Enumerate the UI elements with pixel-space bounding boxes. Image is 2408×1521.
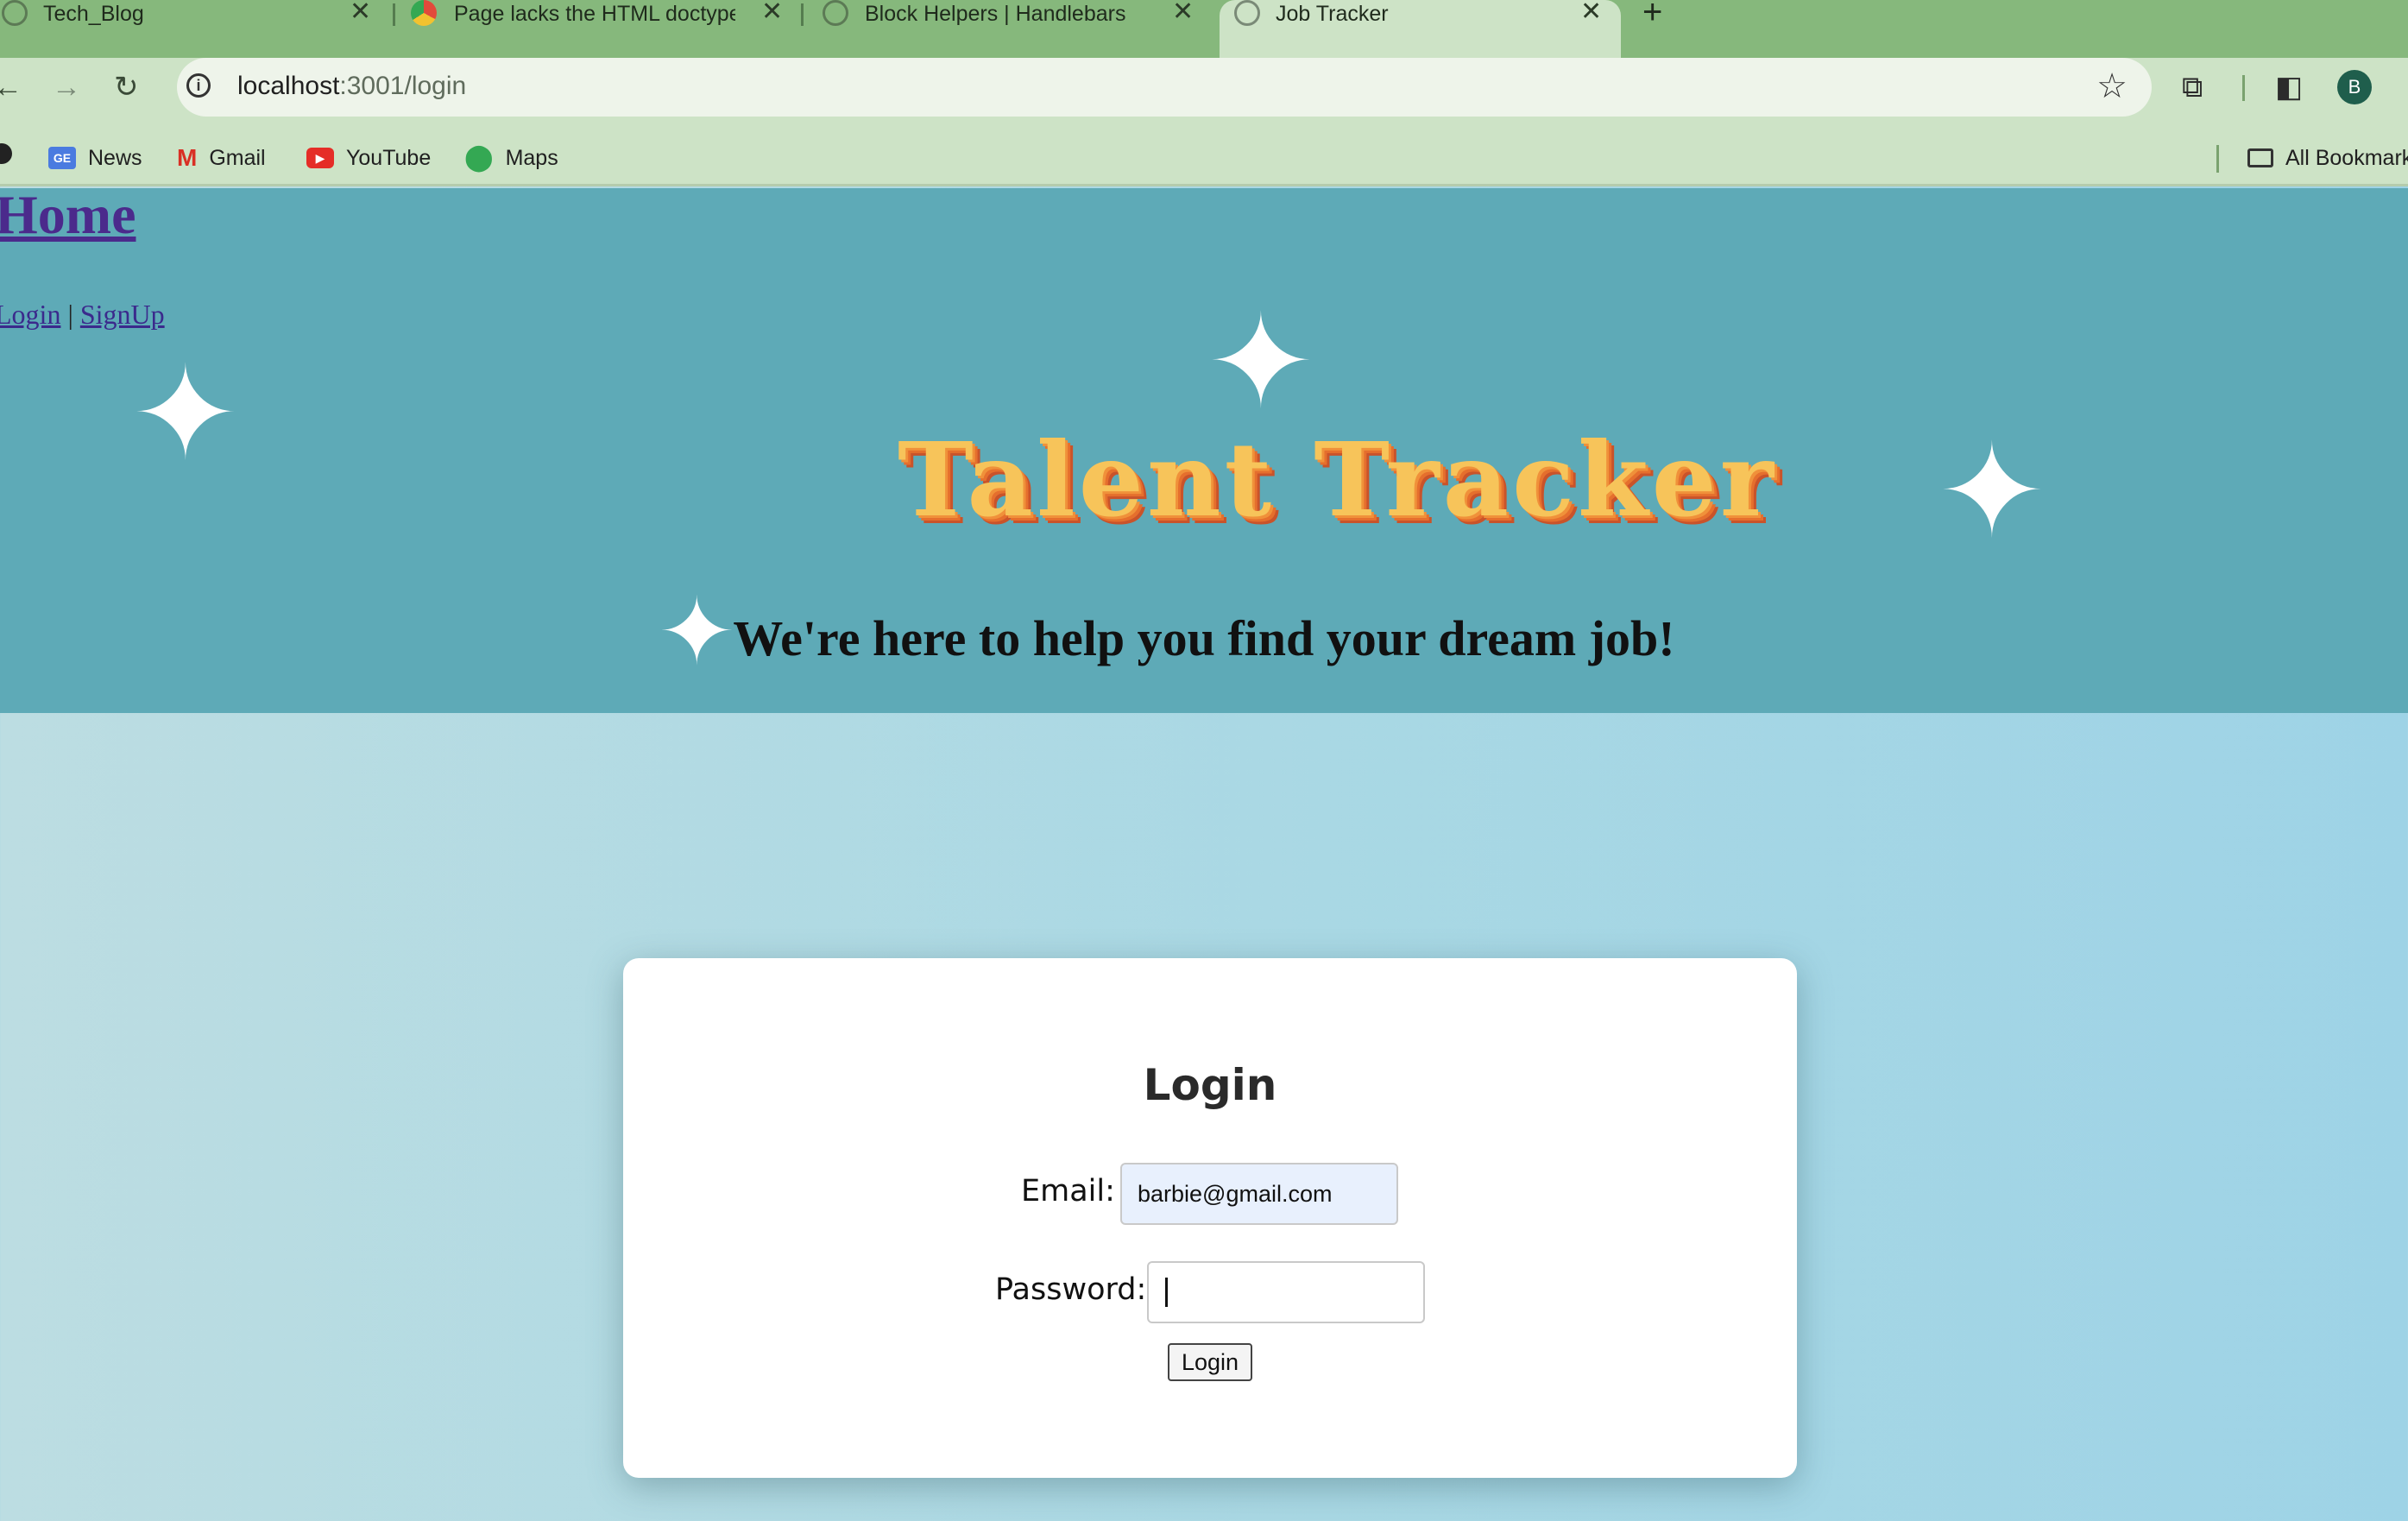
nav-separator: |	[67, 299, 73, 330]
url-path: :3001/login	[339, 72, 467, 100]
youtube-icon: ▶	[306, 148, 334, 168]
bookmark-label: Maps	[505, 146, 558, 170]
all-bookmarks-label: All Bookmarks	[2285, 146, 2408, 170]
url-host: localhost	[237, 72, 340, 100]
google-news-icon: GE	[48, 147, 76, 169]
toolbar-divider	[2242, 75, 2245, 101]
password-field[interactable]	[1147, 1261, 1425, 1323]
chrome-icon	[411, 0, 437, 26]
auth-nav: Login | SignUp	[0, 299, 165, 331]
reload-icon[interactable]: ↻	[114, 70, 139, 104]
bookmark-apps-icon[interactable]	[0, 143, 12, 164]
tab-separator	[801, 3, 804, 26]
tab-title: Page lacks the HTML doctype	[454, 2, 735, 26]
bookmarks-bar: GE News M Gmail ▶ YouTube ⬤ Maps All Boo…	[0, 131, 2408, 186]
apps-icon	[0, 143, 12, 164]
browser-toolbar: ← → ↻ i localhost:3001/login ☆ ⧉ ◧ B	[0, 58, 2408, 131]
bookmark-youtube[interactable]: ▶ YouTube	[306, 143, 431, 173]
side-panel-icon[interactable]: ◧	[2275, 70, 2303, 104]
back-arrow-icon[interactable]: ←	[0, 70, 22, 104]
bookmark-star-icon[interactable]: ☆	[2096, 66, 2127, 106]
tab-title: Job Tracker	[1276, 2, 1389, 26]
close-tab-icon[interactable]: ✕	[1172, 0, 1194, 26]
new-tab-button[interactable]: +	[1642, 0, 1662, 29]
url-text[interactable]: localhost:3001/login	[237, 72, 466, 101]
bookmarks-divider	[2216, 145, 2219, 173]
password-label: Password:	[995, 1272, 1147, 1307]
bookmark-gmail[interactable]: M Gmail	[177, 143, 266, 173]
email-label: Email:	[1021, 1174, 1115, 1209]
address-bar[interactable]: i localhost:3001/login ☆	[177, 58, 2152, 117]
login-title: Login	[1143, 1060, 1277, 1110]
tab-separator	[393, 3, 395, 26]
email-field[interactable]	[1120, 1163, 1398, 1225]
forward-arrow-icon[interactable]: →	[52, 70, 81, 104]
bookmark-label: News	[88, 146, 142, 170]
signup-link[interactable]: SignUp	[80, 299, 165, 330]
tagline: We're here to help you find your dream j…	[733, 610, 1675, 666]
extensions-icon[interactable]: ⧉	[2182, 70, 2203, 104]
tab-title: Tech_Blog	[43, 2, 144, 26]
tab-doctype[interactable]: Page lacks the HTML doctype ✕	[399, 0, 796, 58]
bookmark-label: Gmail	[209, 146, 266, 170]
maps-icon: ⬤	[464, 143, 494, 172]
tab-bar: Tech_Blog ✕ Page lacks the HTML doctype …	[0, 0, 2408, 58]
sparkle-icon: ✦	[1938, 419, 2046, 564]
tab-handlebars[interactable]: Block Helpers | Handlebars ✕	[807, 0, 1213, 58]
gmail-icon: M	[177, 144, 198, 171]
sparkle-icon: ✦	[1207, 289, 1315, 434]
bookmark-maps[interactable]: ⬤ Maps	[464, 143, 558, 173]
sparkle-icon: ✦	[131, 341, 240, 486]
text-cursor	[1165, 1278, 1168, 1307]
profile-avatar[interactable]: B	[2337, 70, 2372, 104]
home-link[interactable]: Home	[0, 183, 136, 247]
tab-title: Block Helpers | Handlebars	[865, 2, 1126, 26]
close-tab-icon[interactable]: ✕	[761, 0, 783, 26]
tab-tech-blog[interactable]: Tech_Blog ✕	[0, 0, 388, 58]
talent-tracker-logo: Talent Tracker	[898, 420, 1777, 540]
tab-job-tracker[interactable]: Job Tracker ✕	[1220, 0, 1621, 58]
folder-icon	[2247, 148, 2273, 167]
bookmark-news[interactable]: GE News	[48, 143, 142, 173]
all-bookmarks[interactable]: All Bookmarks	[2247, 143, 2408, 173]
globe-icon	[2, 0, 28, 26]
close-tab-icon[interactable]: ✕	[1580, 0, 1602, 26]
close-tab-icon[interactable]: ✕	[350, 0, 371, 26]
globe-icon	[823, 0, 848, 26]
login-card: Login Email: Password: Login	[623, 958, 1797, 1478]
bookmark-label: YouTube	[346, 146, 432, 170]
login-link[interactable]: Login	[0, 299, 60, 330]
site-header: Home Login | SignUp ✦ ✦ ✦ ✦ Talent Track…	[0, 184, 2408, 713]
globe-icon	[1234, 0, 1260, 26]
site-info-icon[interactable]: i	[186, 73, 211, 98]
login-button[interactable]: Login	[1168, 1343, 1252, 1381]
